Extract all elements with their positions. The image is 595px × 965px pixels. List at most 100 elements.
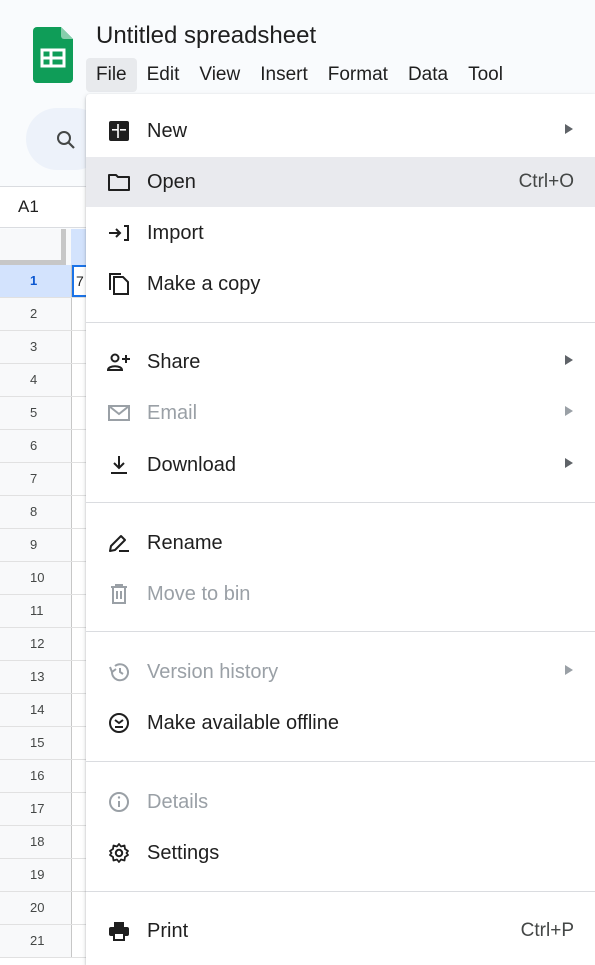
row-number[interactable]: 8 <box>0 496 72 528</box>
menu-item-label: Share <box>147 350 201 373</box>
menu-item-label: Download <box>147 453 236 476</box>
row-number[interactable]: 21 <box>0 925 72 957</box>
table-row[interactable]: 15 <box>0 727 86 760</box>
menu-divider <box>86 322 595 323</box>
menu-item-label: Open <box>147 170 196 193</box>
submenu-arrow-icon <box>565 124 573 134</box>
table-row[interactable]: 17 <box>0 265 86 298</box>
menu-item-label: Move to bin <box>147 582 251 605</box>
column-a-header[interactable] <box>71 229 86 265</box>
table-row[interactable]: 8 <box>0 496 86 529</box>
cell-a1[interactable]: 7 <box>72 265 86 297</box>
row-number[interactable]: 20 <box>0 892 72 924</box>
table-row[interactable]: 2 <box>0 298 86 331</box>
menu-item-settings[interactable]: Settings <box>86 828 595 878</box>
search-icon <box>57 131 75 149</box>
file-menu: New Open Ctrl+O Import Make a copy Share… <box>86 94 595 965</box>
sheets-logo[interactable] <box>33 27 73 83</box>
row-number[interactable]: 12 <box>0 628 72 660</box>
menu-tools[interactable]: Tool <box>458 58 513 92</box>
row-number[interactable]: 16 <box>0 760 72 792</box>
sheet-grid: 17 2 3 4 5 6 7 8 9 10 11 12 13 14 15 16 … <box>0 229 86 965</box>
select-all-corner[interactable] <box>0 229 66 265</box>
row-number[interactable]: 4 <box>0 364 72 396</box>
menu-item-print[interactable]: Print Ctrl+P <box>86 906 595 956</box>
table-row[interactable]: 12 <box>0 628 86 661</box>
menu-item-label: Version history <box>147 660 279 683</box>
menu-item-label: Import <box>147 221 204 244</box>
row-number[interactable]: 10 <box>0 562 72 594</box>
menu-divider <box>86 761 595 762</box>
table-row[interactable]: 7 <box>0 463 86 496</box>
menu-item-download[interactable]: Download <box>86 440 595 490</box>
menu-item-email[interactable]: Email <box>86 388 595 438</box>
menu-item-label: Print <box>147 919 189 942</box>
table-row[interactable]: 13 <box>0 661 86 694</box>
document-title[interactable]: Untitled spreadsheet <box>96 22 316 50</box>
menu-edit[interactable]: Edit <box>137 58 190 92</box>
row-number[interactable]: 14 <box>0 694 72 726</box>
share-icon <box>107 350 131 374</box>
column-header-row <box>0 229 86 266</box>
menu-item-share[interactable]: Share <box>86 337 595 387</box>
table-row[interactable]: 17 <box>0 793 86 826</box>
table-row[interactable]: 11 <box>0 595 86 628</box>
table-row[interactable]: 19 <box>0 859 86 892</box>
row-number[interactable]: 13 <box>0 661 72 693</box>
row-number[interactable]: 5 <box>0 397 72 429</box>
table-row[interactable]: 4 <box>0 364 86 397</box>
table-row[interactable]: 18 <box>0 826 86 859</box>
row-number[interactable]: 18 <box>0 826 72 858</box>
row-number[interactable]: 9 <box>0 529 72 561</box>
row-number[interactable]: 17 <box>0 793 72 825</box>
menu-item-label: New <box>147 119 188 142</box>
table-row[interactable]: 14 <box>0 694 86 727</box>
printer-icon <box>107 919 131 943</box>
copy-icon <box>107 272 131 296</box>
menu-item-import[interactable]: Import <box>86 208 595 258</box>
menu-item-open[interactable]: Open Ctrl+O <box>86 157 595 207</box>
table-row[interactable]: 3 <box>0 331 86 364</box>
menu-item-move-to-bin[interactable]: Move to bin <box>86 569 595 619</box>
menu-format[interactable]: Format <box>318 58 398 92</box>
row-number[interactable]: 15 <box>0 727 72 759</box>
row-number[interactable]: 11 <box>0 595 72 627</box>
menu-item-version-history[interactable]: Version history <box>86 647 595 697</box>
table-row[interactable]: 9 <box>0 529 86 562</box>
gear-icon <box>107 841 131 865</box>
row-number[interactable]: 2 <box>0 298 72 330</box>
row-number[interactable]: 19 <box>0 859 72 891</box>
row-number[interactable]: 3 <box>0 331 72 363</box>
menu-item-label: Make available offline <box>147 711 339 734</box>
table-row[interactable]: 16 <box>0 760 86 793</box>
history-icon <box>107 660 131 684</box>
row-number[interactable]: 7 <box>0 463 72 495</box>
menu-view[interactable]: View <box>189 58 250 92</box>
download-icon <box>107 453 131 477</box>
submenu-arrow-icon <box>565 355 573 365</box>
email-icon <box>107 401 131 425</box>
table-row[interactable]: 20 <box>0 892 86 925</box>
trash-icon <box>107 582 131 606</box>
menu-item-details[interactable]: Details <box>86 777 595 827</box>
name-box-value: A1 <box>18 197 39 216</box>
folder-icon <box>107 170 131 194</box>
table-row[interactable]: 6 <box>0 430 86 463</box>
menu-item-new[interactable]: New <box>86 106 595 156</box>
menu-insert[interactable]: Insert <box>250 58 318 92</box>
menu-item-rename[interactable]: Rename <box>86 518 595 568</box>
row-number[interactable]: 6 <box>0 430 72 462</box>
menu-item-make-copy[interactable]: Make a copy <box>86 259 595 309</box>
name-box[interactable]: A1 <box>0 186 86 228</box>
row-number[interactable]: 1 <box>0 265 72 297</box>
import-icon <box>107 221 131 245</box>
table-row[interactable]: 21 <box>0 925 86 958</box>
submenu-arrow-icon <box>565 458 573 468</box>
menu-file[interactable]: File <box>86 58 137 92</box>
menu-item-label: Settings <box>147 841 220 864</box>
menu-item-label: Rename <box>147 531 223 554</box>
table-row[interactable]: 5 <box>0 397 86 430</box>
menu-item-make-available-offline[interactable]: Make available offline <box>86 698 595 748</box>
table-row[interactable]: 10 <box>0 562 86 595</box>
menu-data[interactable]: Data <box>398 58 458 92</box>
